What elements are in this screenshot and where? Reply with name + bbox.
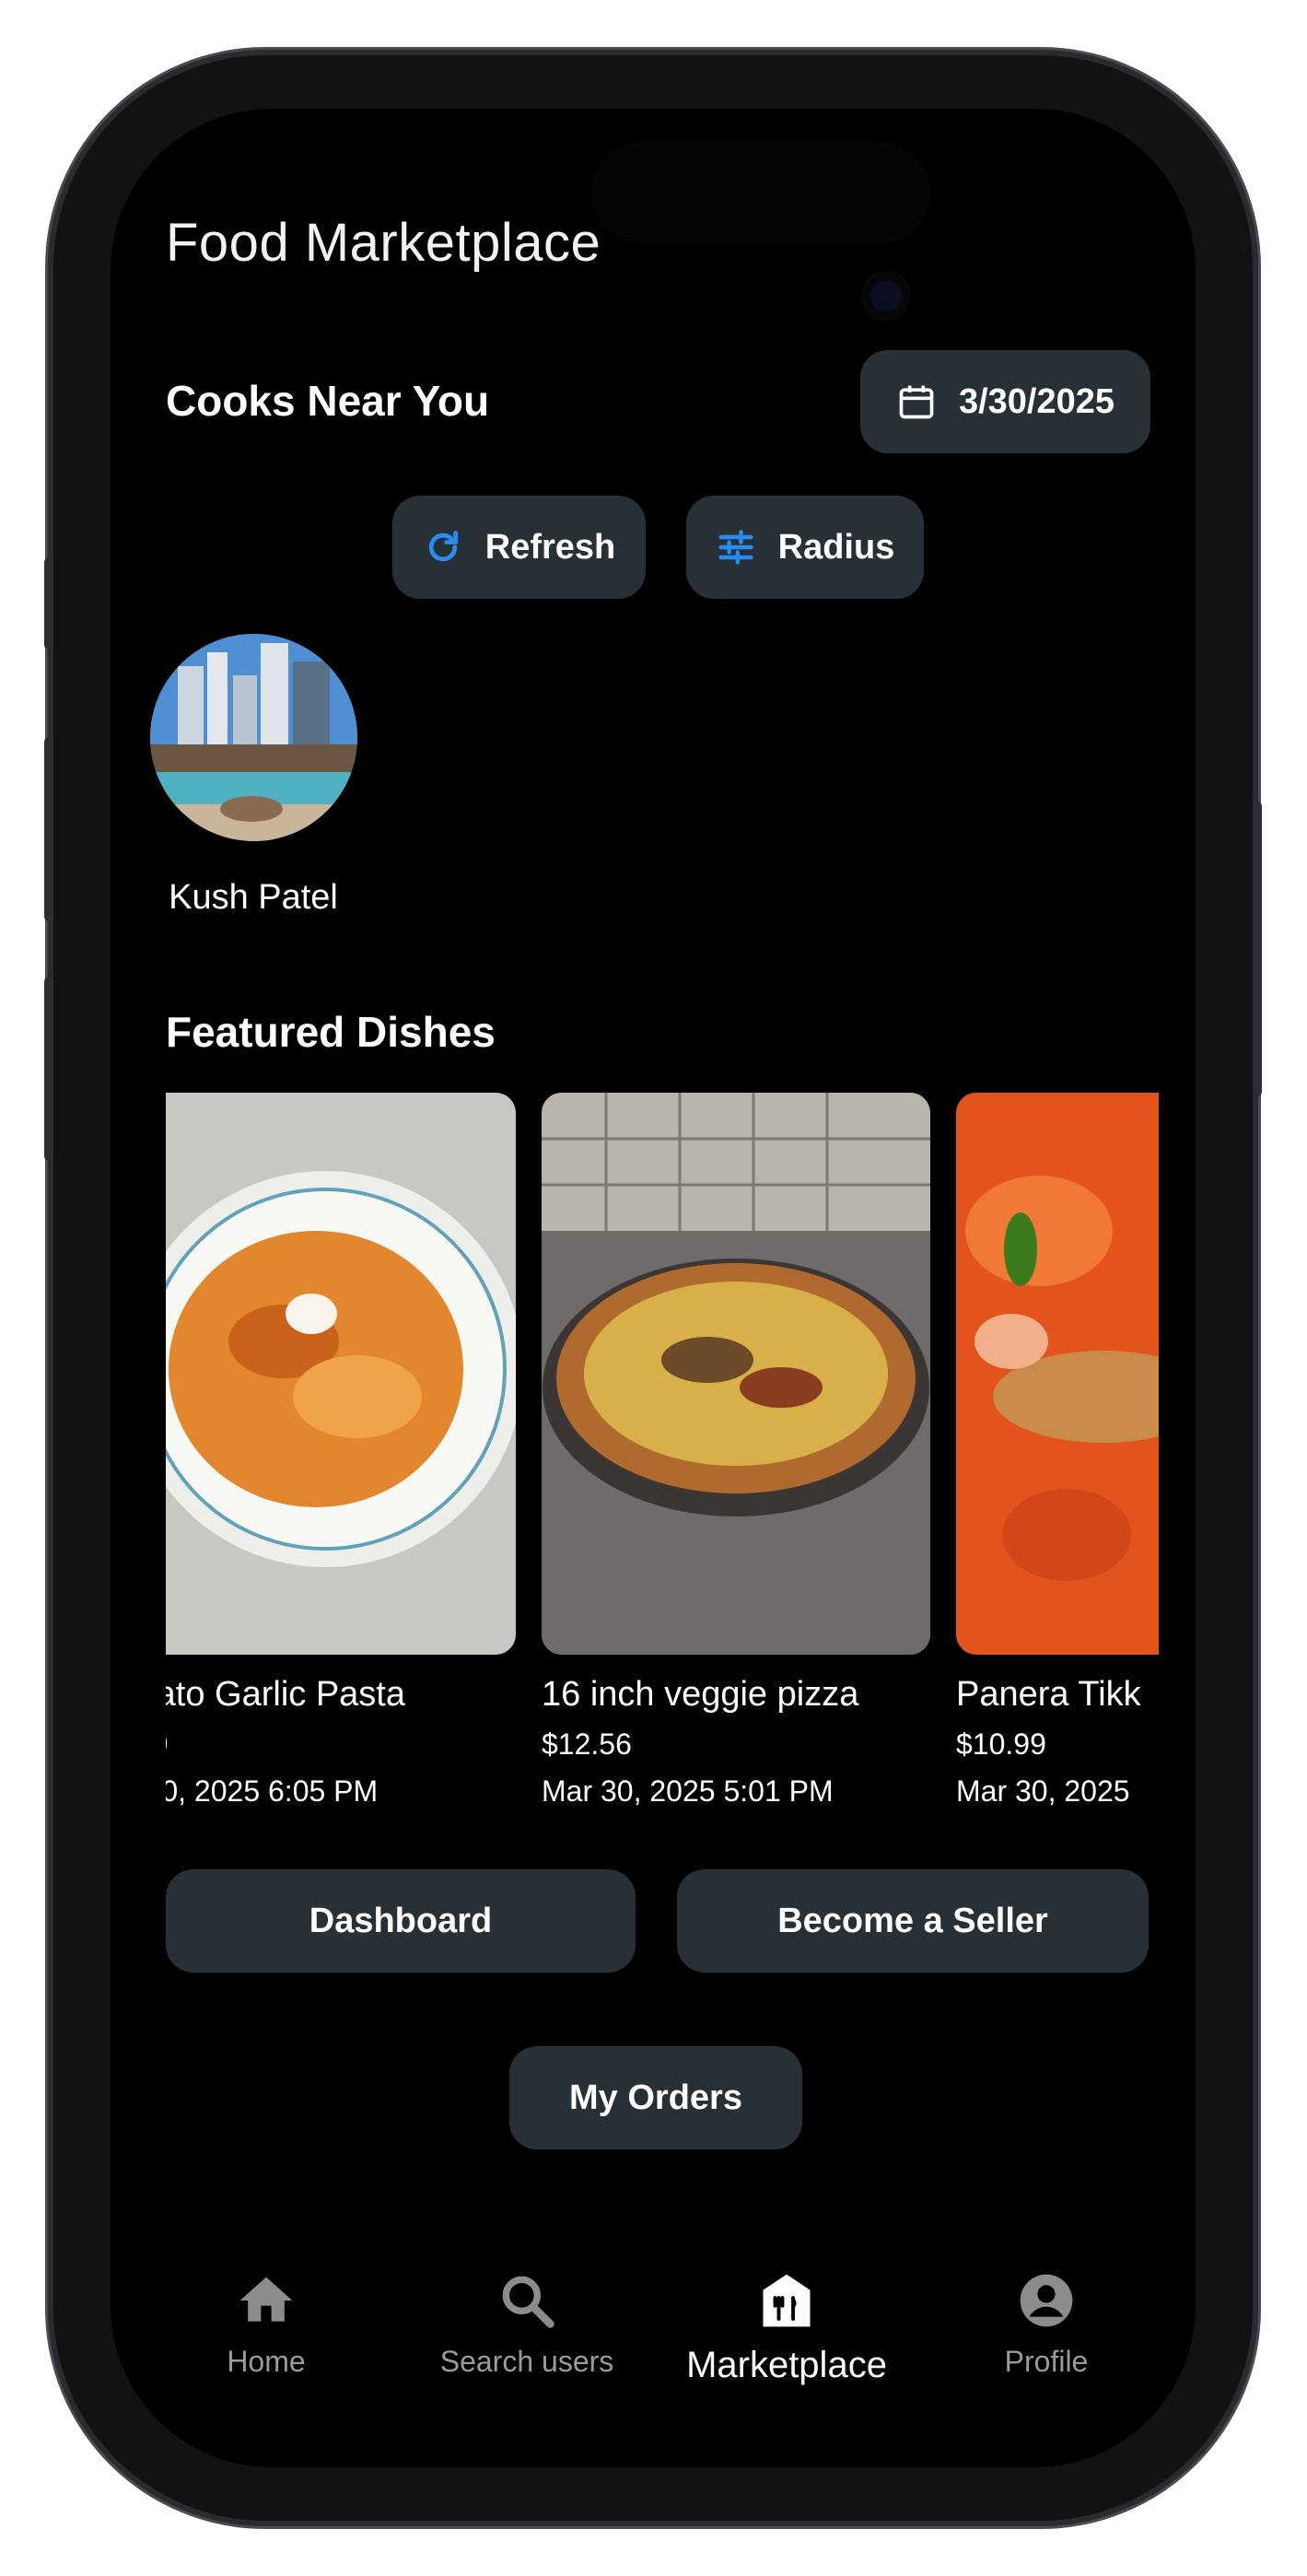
dish-card[interactable]: 16 inch veggie pizza $12.56 Mar 30, 2025…	[542, 1093, 930, 1809]
front-camera	[861, 271, 911, 321]
nav-label-profile: Profile	[1004, 2345, 1089, 2378]
dynamic-island	[591, 142, 930, 243]
volume-up-button	[44, 737, 53, 921]
dish-name: Panera Tikk	[956, 1675, 1141, 1714]
refresh-button[interactable]: Refresh	[392, 496, 646, 599]
cook-card[interactable]: Kush Patel	[147, 634, 359, 918]
nav-item-profile[interactable]: Profile	[917, 2269, 1175, 2379]
app-screen: Food Marketplace Cooks Near You 3/30/202…	[111, 109, 1196, 2467]
refresh-label: Refresh	[484, 527, 616, 567]
dish-time: Mar 30, 2025 5:01 PM	[542, 1774, 834, 1808]
bottom-navigation: Home Search users Marketplace Profile	[111, 2269, 1196, 2453]
cooks-near-you-heading: Cooks Near You	[166, 377, 490, 425]
marketplace-icon	[763, 2274, 811, 2327]
profile-icon	[1020, 2274, 1073, 2327]
nav-label-search-users: Search users	[439, 2345, 614, 2378]
nav-item-home[interactable]: Home	[137, 2269, 395, 2379]
dish-price: $10.99	[956, 1727, 1046, 1761]
nav-item-search-users[interactable]: Search users	[398, 2269, 656, 2379]
refresh-icon	[428, 531, 458, 562]
radius-label: Radius	[777, 527, 895, 567]
nav-label-home: Home	[227, 2345, 306, 2378]
dish-image	[166, 1093, 516, 1655]
date-label: 3/30/2025	[958, 381, 1115, 421]
dish-card[interactable]: Panera Tikk $10.99 Mar 30, 2025	[956, 1093, 1159, 1809]
cook-photo	[149, 634, 357, 841]
dish-image	[956, 1093, 1159, 1655]
become-seller-button[interactable]: Become a Seller	[677, 1869, 1149, 1973]
featured-dishes-heading: Featured Dishes	[166, 1008, 496, 1056]
app-title: Food Marketplace	[166, 213, 601, 273]
cook-name: Kush Patel	[169, 878, 338, 917]
dish-price: .99	[166, 1727, 516, 1762]
dish-name: mato Garlic Pasta	[166, 1675, 405, 1714]
my-orders-button[interactable]: My Orders	[509, 2046, 802, 2149]
nav-label-marketplace: Marketplace	[686, 2345, 887, 2385]
volume-down-button	[44, 977, 53, 1161]
home-icon	[239, 2277, 293, 2322]
dish-time: Mar 30, 2025	[956, 1774, 1130, 1808]
date-picker-button[interactable]: 3/30/2025	[860, 350, 1150, 453]
featured-dishes-carousel[interactable]: mato Garlic Pasta .99 r 30, 2025 6:05 PM	[166, 1093, 1159, 1830]
mute-switch	[44, 557, 53, 650]
avatar	[149, 634, 357, 841]
dish-image	[542, 1093, 930, 1655]
power-button	[1253, 802, 1262, 1096]
radius-button[interactable]: Radius	[686, 496, 924, 599]
dish-card[interactable]: mato Garlic Pasta .99 r 30, 2025 6:05 PM	[166, 1093, 516, 1809]
dish-name: 16 inch veggie pizza	[542, 1675, 859, 1714]
dashboard-button[interactable]: Dashboard	[166, 1869, 636, 1973]
dish-time: r 30, 2025 6:05 PM	[166, 1774, 379, 1808]
search-icon	[502, 2276, 554, 2328]
tune-icon	[718, 530, 753, 565]
dish-price: $12.56	[542, 1727, 632, 1761]
calendar-icon	[899, 385, 934, 419]
nav-item-marketplace[interactable]: Marketplace	[658, 2269, 916, 2386]
